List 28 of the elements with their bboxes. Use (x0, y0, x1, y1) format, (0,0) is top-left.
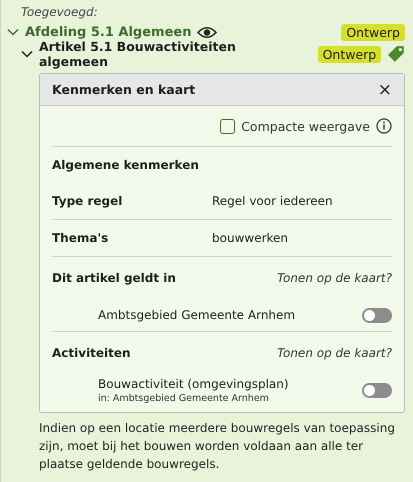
eye-icon[interactable] (197, 26, 218, 38)
close-button[interactable]: × (378, 80, 392, 100)
panel-title: Kenmerken en kaart (52, 82, 196, 97)
property-value: bouwwerken (212, 231, 290, 245)
map-hint: Tonen op de kaart? (277, 271, 392, 285)
layer-label: Bouwactiviteit (omgevingsplan) (98, 376, 290, 390)
map-toggle[interactable] (362, 382, 392, 398)
checkbox[interactable] (220, 118, 236, 134)
layer-label: Ambtsgebied Gemeente Arnhem (98, 308, 296, 322)
property-value: Regel voor iedereen (212, 194, 334, 208)
section-title[interactable]: Afdeling 5.1 Algemeen (25, 24, 192, 40)
checkbox-label[interactable]: Compacte weergave (241, 118, 370, 134)
added-label: Toegevoegd: (21, 4, 99, 21)
chevron-icon[interactable] (21, 50, 33, 58)
map-toggle[interactable] (362, 308, 392, 322)
group-heading: Activiteiten (52, 346, 131, 360)
article-title[interactable]: Artikel 5.1 Bouwactiviteiten algemeen (39, 39, 306, 69)
property-label: Thema's (52, 231, 110, 245)
article-text: Indien op een locatie meerdere bouwregels van toepassing zijn, moet bij het bouwen worden voldaan aan alle ter plaatse geldende bouwregels. (39, 420, 396, 473)
layer-location: in: Ambtsgebied Gemeente Arnhem (98, 392, 270, 404)
property-label: Type regel (52, 194, 124, 208)
map-hint: Tonen op de kaart? (277, 346, 392, 360)
status-badge: Ontwerp (341, 24, 405, 40)
group-heading: Dit artikel geldt in (52, 271, 176, 285)
tag-icon (387, 45, 405, 63)
status-badge: Ontwerp (318, 46, 382, 62)
info-icon[interactable] (376, 118, 392, 134)
section-heading: Algemene kenmerken (52, 157, 200, 174)
